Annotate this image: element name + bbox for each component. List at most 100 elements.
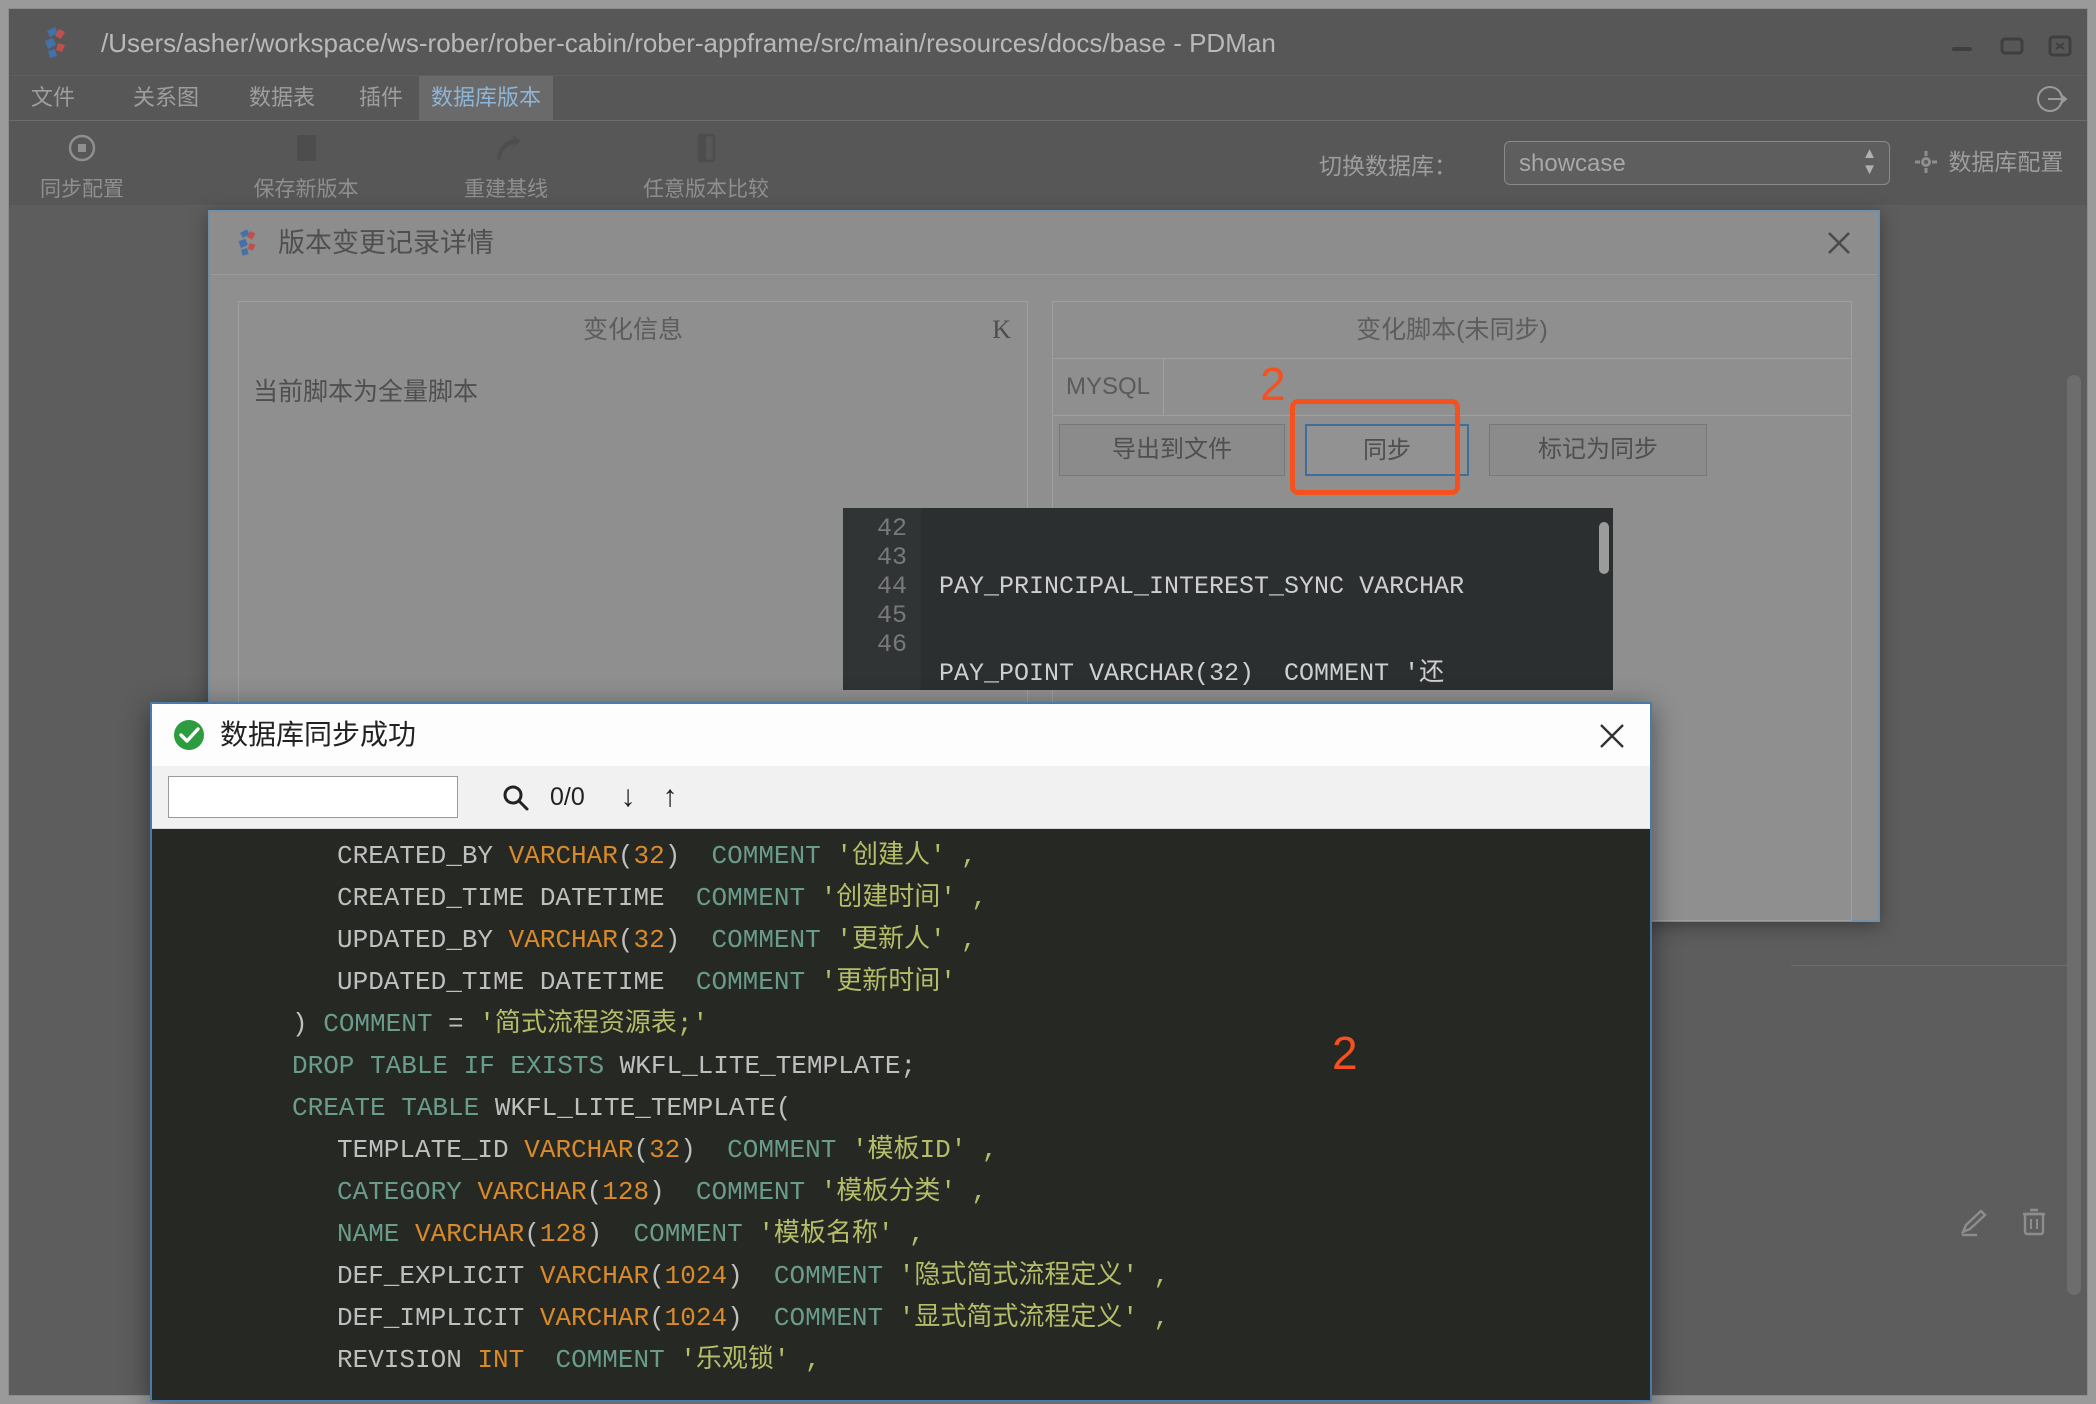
code-token: COMMENT [695, 967, 806, 997]
code-token: , [966, 1135, 998, 1165]
code-token: ) [649, 1177, 665, 1207]
edit-icon[interactable] [1957, 1205, 1991, 1244]
code-token: 1024 [664, 1261, 728, 1291]
close-icon[interactable] [1822, 226, 1856, 260]
search-match-count: 0/0 [550, 783, 585, 811]
code-token: VARCHAR [508, 841, 618, 871]
collapse-toggle[interactable]: K [992, 302, 1011, 358]
code-line: CREATE TABLE WKFL_LITE_TEMPLATE( [152, 1087, 1650, 1129]
db-select[interactable]: showcase ▲ ▼ [1504, 141, 1890, 185]
code-token: = [432, 1009, 480, 1039]
code-token: '隐式简式流程定义' [898, 1261, 1138, 1291]
menu-tables[interactable]: 数据表 [237, 76, 327, 120]
code-preview-gutter: 42 43 44 45 46 [843, 508, 921, 690]
search-icon[interactable] [500, 782, 530, 812]
db-select-value: showcase [1519, 150, 1626, 177]
save-version-icon [285, 127, 327, 169]
chevron-updown-icon[interactable]: ▲ ▼ [1862, 146, 1877, 178]
menu-file[interactable]: 文件 [19, 76, 87, 120]
sync-button[interactable]: 同步 [1305, 424, 1469, 476]
code-preview-lines: PAY_PRINCIPAL_INTEREST_SYNC VARCHAR PAY_… [939, 514, 1613, 690]
code-line: REVISION INT COMMENT '乐观锁' , [152, 1339, 1650, 1381]
code-token: ) [727, 1261, 743, 1291]
code-token: COMMENT [711, 925, 821, 955]
line-number: 42 [876, 514, 907, 543]
code-token: , [893, 1219, 925, 1249]
close-icon[interactable] [1596, 720, 1628, 752]
tab-mysql[interactable]: MYSQL [1053, 359, 1164, 415]
code-token: WKFL_LITE_TEMPLATE; [619, 1051, 917, 1081]
toolbar-save-version[interactable]: 保存新版本 [221, 127, 391, 203]
menu-db-version[interactable]: 数据库版本 [419, 76, 554, 120]
toolbar-sync-config-label: 同步配置 [40, 178, 124, 201]
code-token: ) [664, 925, 681, 955]
export-to-file-button[interactable]: 导出到文件 [1059, 424, 1285, 476]
code-line: CREATED_TIME DATETIME COMMENT '创建时间' , [152, 877, 1650, 919]
logout-icon[interactable] [2035, 82, 2069, 116]
code-token: ( [617, 925, 634, 955]
mark-as-synced-button[interactable]: 标记为同步 [1489, 424, 1707, 476]
search-next-button[interactable]: ↓ [612, 766, 644, 828]
delete-icon[interactable] [2017, 1205, 2051, 1244]
code-token: ( [617, 841, 634, 871]
code-token: ) [664, 841, 681, 871]
code-token: '模板分类' [820, 1177, 956, 1207]
code-token: ( [586, 1177, 603, 1207]
code-token: '模板ID' [851, 1135, 967, 1165]
code-line: DEF_IMPLICIT VARCHAR(1024) COMMENT '显式简式… [152, 1297, 1650, 1339]
code-token: , [955, 1177, 988, 1207]
record-detail-panel [1791, 965, 2081, 1176]
search-input[interactable] [168, 776, 458, 818]
toolbar-compare-version-label: 任意版本比较 [643, 178, 769, 201]
code-token: VARCHAR [539, 1303, 650, 1333]
close-button[interactable] [2047, 33, 2073, 59]
maximize-button[interactable] [1999, 33, 2025, 59]
script-button-row: 导出到文件 同步 标记为同步 [1053, 416, 1851, 492]
menu-diagram[interactable]: 关系图 [121, 76, 211, 120]
toolbar-save-version-label: 保存新版本 [253, 178, 359, 201]
toolbar-rebuild-baseline-label: 重建基线 [464, 178, 548, 201]
code-token: COMMENT [323, 1009, 433, 1039]
code-token: 128 [602, 1177, 650, 1207]
compare-version-icon [685, 127, 727, 169]
code-token: 128 [539, 1219, 587, 1249]
toolbar-sync-config[interactable]: 同步配置 [9, 127, 167, 203]
code-token: ) [292, 1009, 324, 1039]
code-token: VARCHAR [477, 1177, 587, 1207]
search-prev-button[interactable]: ↑ [654, 766, 686, 828]
sync-result-code[interactable]: CREATED_BY VARCHAR(32) COMMENT '创建人' , CR… [152, 829, 1650, 1400]
code-token: DEF_EXPLICIT [337, 1261, 540, 1291]
code-token: 32 [633, 925, 665, 955]
code-token: ( [649, 1303, 665, 1333]
toolbar-rebuild-baseline[interactable]: 重建基线 [421, 127, 591, 203]
code-preview-scrollbar[interactable] [1599, 522, 1609, 574]
minimize-button[interactable] [1949, 33, 1975, 59]
code-line: PAY_PRINCIPAL_INTEREST_SYNC VARCHAR [939, 572, 1465, 601]
code-token: CREATED_TIME DATETIME [337, 883, 665, 913]
code-token: , [789, 1345, 821, 1375]
menu-plugins[interactable]: 插件 [347, 76, 415, 120]
change-info-title: 变化信息 [582, 316, 683, 344]
version-dialog-header: 版本变更记录详情 [210, 212, 1878, 275]
annotation-number-code: 2 [1332, 1027, 1358, 1079]
annotation-number-top: 2 [1260, 358, 1286, 410]
code-line: UPDATED_BY VARCHAR(32) COMMENT '更新人' , [152, 919, 1650, 961]
code-token: VARCHAR [508, 925, 618, 955]
code-token: COMMENT [727, 1135, 837, 1165]
db-config-button[interactable]: 数据库配置 [1914, 143, 2063, 180]
line-number: 45 [876, 601, 907, 630]
code-token: '创建人' [836, 841, 946, 871]
toolbar-compare-version[interactable]: 任意版本比较 [621, 127, 791, 203]
code-token: DROP TABLE IF EXISTS [292, 1051, 605, 1081]
